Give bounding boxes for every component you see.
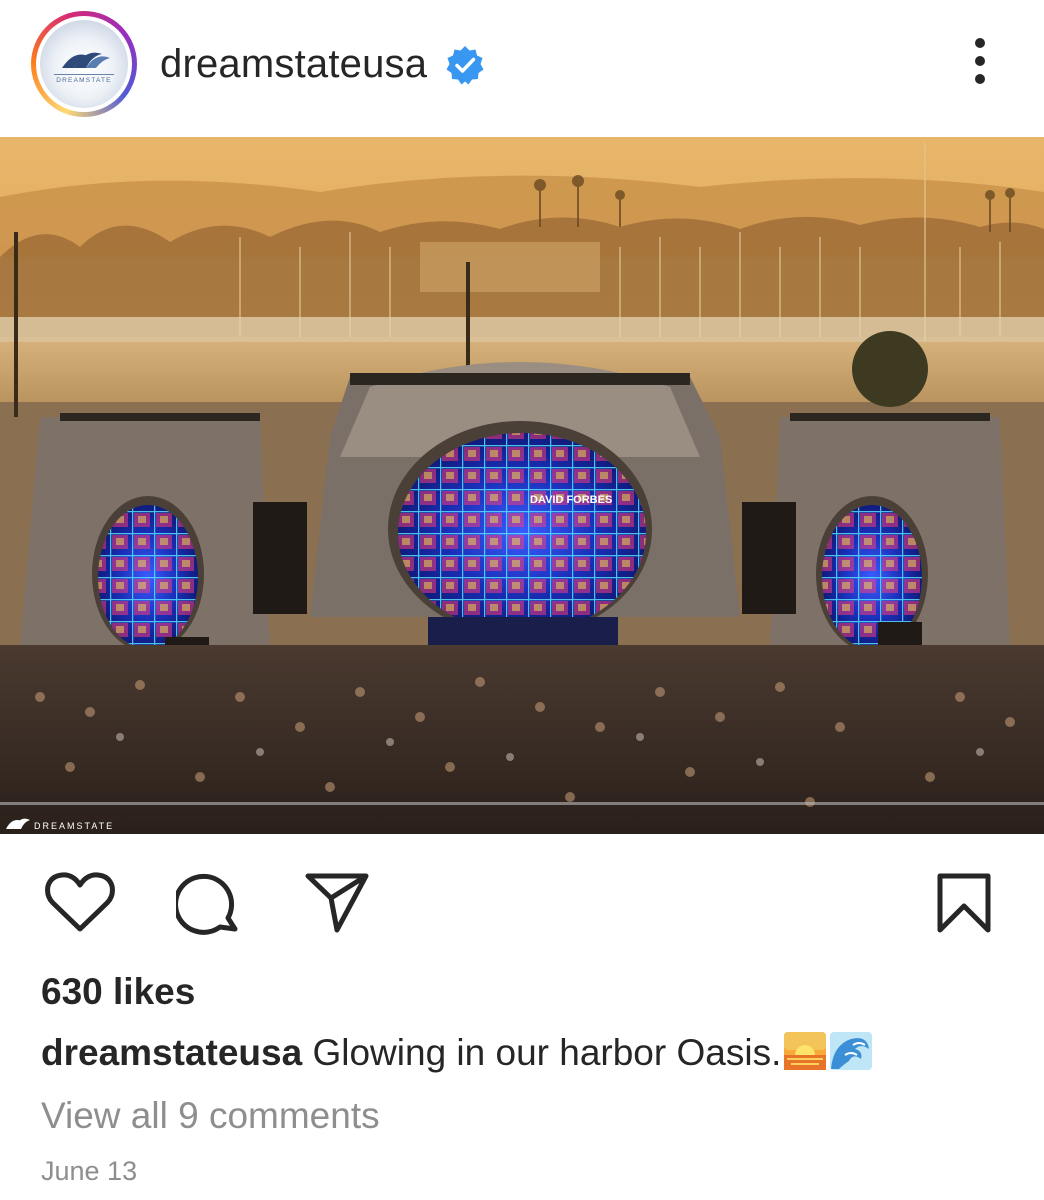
svg-text:DREAMSTATE: DREAMSTATE xyxy=(34,821,114,831)
caption-username[interactable]: dreamstateusa xyxy=(41,1032,302,1073)
post-image[interactable]: DAVID FORBES DREAMSTATE xyxy=(0,137,1044,834)
wave-emoji-icon xyxy=(830,1032,873,1070)
action-bar xyxy=(0,850,1044,950)
avatar-logo-text: DREAMSTATE xyxy=(56,77,111,84)
sunrise-emoji-icon xyxy=(784,1032,827,1070)
dreamstate-logo: DREAMSTATE xyxy=(40,20,128,108)
bookmark-icon[interactable] xyxy=(936,872,992,934)
post-username[interactable]: dreamstateusa xyxy=(160,40,427,88)
more-vertical-icon[interactable] xyxy=(968,38,992,90)
share-icon[interactable] xyxy=(304,872,370,934)
likes-count[interactable]: 630 likes xyxy=(41,970,195,1014)
verified-badge-icon xyxy=(446,46,484,85)
post-date: June 13 xyxy=(41,1156,138,1186)
comment-icon[interactable] xyxy=(176,872,242,938)
post-header: DREAMSTATE dreamstateusa xyxy=(0,0,1044,136)
view-all-comments-link[interactable]: View all 9 comments xyxy=(41,1094,380,1138)
caption: dreamstateusa Glowing in our harbor Oasi… xyxy=(41,1030,873,1076)
screen-text: DAVID FORBES xyxy=(530,494,612,506)
heart-icon[interactable] xyxy=(44,872,116,934)
avatar[interactable]: DREAMSTATE xyxy=(31,11,137,117)
caption-text: Glowing in our harbor Oasis. xyxy=(312,1032,782,1073)
